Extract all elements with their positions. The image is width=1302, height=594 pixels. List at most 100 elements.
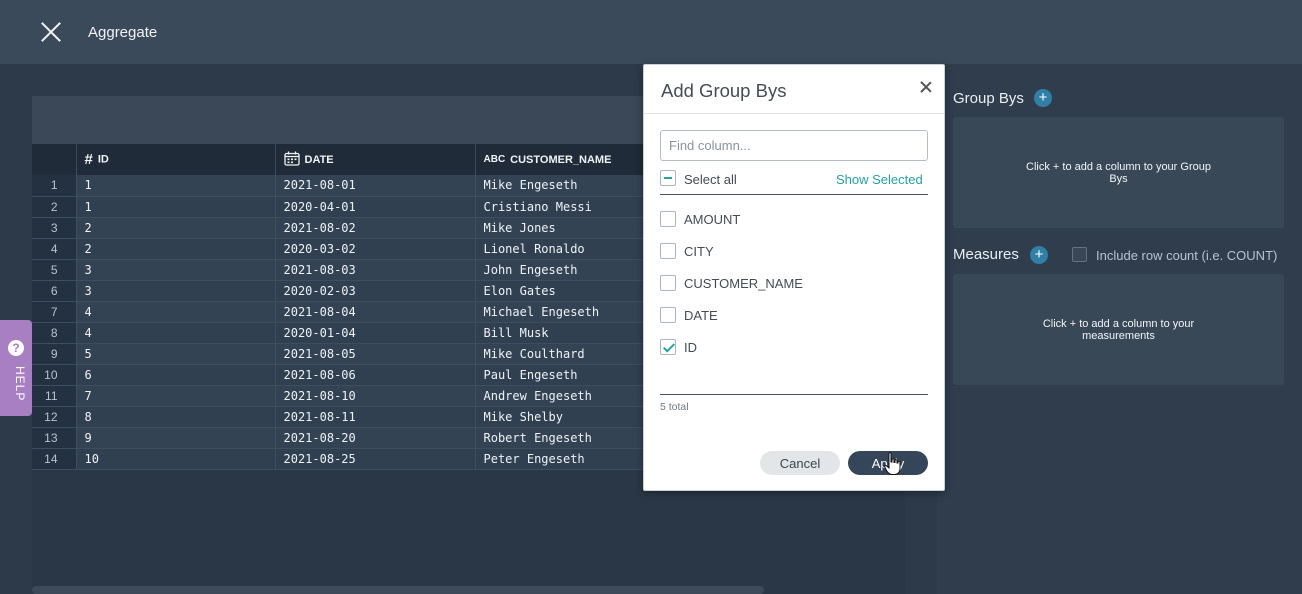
number-type-icon: #	[84, 151, 93, 168]
cancel-button[interactable]: Cancel	[760, 451, 840, 475]
horizontal-scrollbar[interactable]	[32, 586, 764, 594]
select-all-checkbox[interactable]	[660, 170, 676, 186]
add-measure-button[interactable]: +	[1030, 246, 1048, 264]
measures-hint: Click + to add a column to your measurem…	[1042, 317, 1195, 342]
row-number: 4	[32, 238, 77, 260]
group-bys-label: Group Bys	[953, 90, 1024, 107]
cell-date: 2021-08-02	[275, 217, 476, 239]
cell-date: 2020-01-04	[275, 322, 476, 344]
option-label[interactable]: CUSTOMER_NAME	[684, 276, 803, 291]
cell-date: 2021-08-05	[275, 343, 476, 365]
row-number: 13	[32, 427, 77, 449]
option-checkbox[interactable]	[660, 211, 676, 227]
column-header-id[interactable]: # ID	[76, 144, 276, 175]
cell-date: 2021-08-25	[275, 448, 476, 470]
add-group-bys-dialog: Add Group Bys Select all Show Selected A…	[643, 64, 945, 491]
cell-id: 5	[76, 343, 276, 365]
table-row: 12 8 2021-08-11 Mike Shelby	[32, 406, 673, 428]
row-number: 7	[32, 301, 77, 323]
row-number: 3	[32, 217, 77, 239]
row-number: 6	[32, 280, 77, 302]
select-all-label[interactable]: Select all	[684, 172, 737, 187]
data-grid: # ID DATE ABC CUSTOMER_NAME 1 1 2021-08-01 Mi…	[32, 144, 673, 470]
table-row: 11 7 2021-08-10 Andrew Engeseth	[32, 385, 673, 407]
option-checkbox[interactable]	[660, 307, 676, 323]
list-bottom-rule	[660, 394, 928, 395]
column-header-label: ID	[97, 153, 109, 166]
include-row-count-checkbox[interactable]	[1072, 247, 1087, 262]
close-icon[interactable]	[40, 21, 62, 43]
table-row: 4 2 2020-03-02 Lionel Ronaldo	[32, 238, 673, 260]
row-number: 1	[32, 175, 77, 197]
table-row: 5 3 2021-08-03 John Engeseth	[32, 259, 673, 281]
row-number: 8	[32, 322, 77, 344]
cell-id: 1	[76, 175, 276, 197]
column-header-date[interactable]: DATE	[275, 144, 476, 175]
row-number: 9	[32, 343, 77, 365]
cell-id: 4	[76, 322, 276, 344]
cell-date: 2020-04-01	[275, 196, 476, 218]
help-label: HELP	[13, 366, 27, 402]
help-tab[interactable]: ? HELP	[0, 320, 32, 416]
measures-dropzone: Click + to add a column to your measurem…	[953, 274, 1284, 385]
option-label[interactable]: ID	[684, 340, 697, 355]
cell-id: 3	[76, 280, 276, 302]
cell-date: 2021-08-11	[275, 406, 476, 428]
cell-id: 2	[76, 238, 276, 260]
cell-id: 7	[76, 385, 276, 407]
dialog-divider	[644, 113, 944, 114]
table-row: 8 4 2020-01-04 Bill Musk	[32, 322, 673, 344]
column-header-label: DATE	[304, 153, 334, 166]
cell-date: 2021-08-01	[275, 175, 476, 197]
cell-date: 2021-08-04	[275, 301, 476, 323]
table-row: 13 9 2021-08-20 Robert Engeseth	[32, 427, 673, 449]
row-number: 12	[32, 406, 77, 428]
table-row: 14 10 2021-08-25 Peter Engeseth	[32, 448, 673, 470]
row-number: 11	[32, 385, 77, 407]
cell-id: 10	[76, 448, 276, 470]
table-row: 9 5 2021-08-05 Mike Coulthard	[32, 343, 673, 365]
cell-id: 6	[76, 364, 276, 386]
table-row: 1 1 2021-08-01 Mike Engeseth	[32, 175, 673, 197]
option-checkbox[interactable]	[660, 275, 676, 291]
cell-id: 9	[76, 427, 276, 449]
row-number: 10	[32, 364, 77, 386]
option-label[interactable]: DATE	[684, 308, 718, 323]
include-row-count-label: Include row count (i.e. COUNT)	[1096, 248, 1278, 263]
table-row: 2 1 2020-04-01 Cristiano Messi	[32, 196, 673, 218]
dialog-title: Add Group Bys	[661, 80, 787, 101]
option-label[interactable]: CITY	[684, 244, 714, 259]
page-title: Aggregate	[88, 24, 158, 41]
grid-header-row: # ID DATE ABC CUSTOMER_NAME	[32, 144, 673, 175]
help-icon: ?	[8, 340, 24, 356]
cell-id: 1	[76, 196, 276, 218]
table-row: 3 2 2021-08-02 Mike Jones	[32, 217, 673, 239]
row-number: 2	[32, 196, 77, 218]
cell-id: 4	[76, 301, 276, 323]
cell-date: 2020-03-02	[275, 238, 476, 260]
cell-date: 2021-08-10	[275, 385, 476, 407]
dialog-close-icon[interactable]	[920, 81, 932, 93]
apply-button[interactable]: Apply	[848, 451, 928, 475]
add-group-by-button[interactable]: +	[1034, 89, 1052, 107]
option-checkbox[interactable]	[660, 243, 676, 259]
cell-date: 2021-08-03	[275, 259, 476, 281]
total-count: 5 total	[660, 401, 689, 413]
row-number: 14	[32, 448, 77, 470]
show-selected-link[interactable]: Show Selected	[836, 172, 923, 187]
text-type-icon: ABC	[483, 154, 506, 166]
cell-id: 3	[76, 259, 276, 281]
option-checkbox[interactable]	[660, 339, 676, 355]
table-row: 6 3 2020-02-03 Elon Gates	[32, 280, 673, 302]
measures-label: Measures	[953, 246, 1019, 263]
calendar-icon	[283, 151, 300, 169]
option-label[interactable]: AMOUNT	[684, 212, 740, 227]
cell-date: 2021-08-06	[275, 364, 476, 386]
top-bar: Aggregate	[0, 0, 1302, 64]
group-bys-hint: Click + to add a column to your Group By…	[1026, 160, 1211, 185]
column-header-label: CUSTOMER_NAME	[510, 153, 612, 166]
group-bys-dropzone: Click + to add a column to your Group By…	[953, 117, 1284, 228]
cell-id: 8	[76, 406, 276, 428]
find-column-input[interactable]	[660, 130, 928, 161]
table-row: 7 4 2021-08-04 Michael Engeseth	[32, 301, 673, 323]
